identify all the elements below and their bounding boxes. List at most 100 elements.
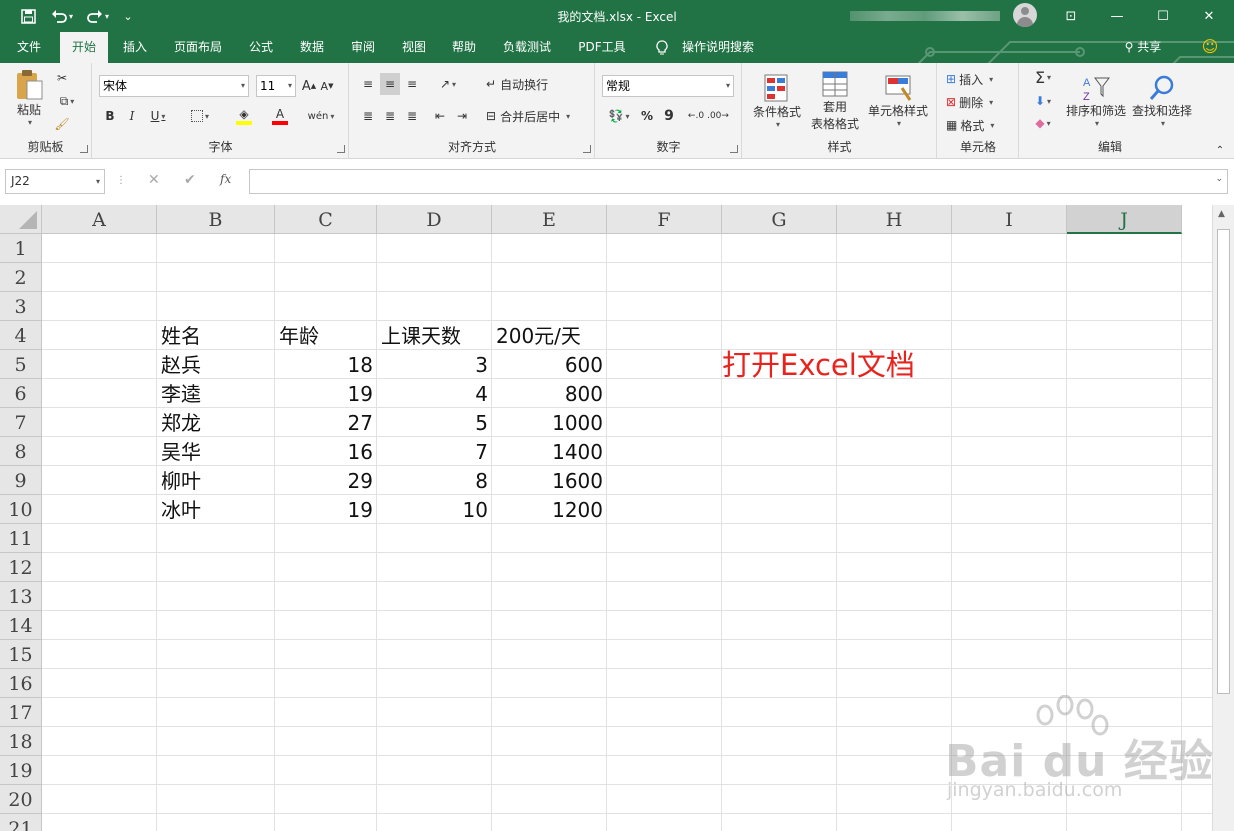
row-header-7[interactable]: 7 (0, 408, 42, 437)
accounting-format-button[interactable]: 💱 ▾ (604, 105, 634, 127)
row-header-9[interactable]: 9 (0, 466, 42, 495)
table-cell[interactable]: 1000 (492, 408, 607, 437)
row-header-11[interactable]: 11 (0, 524, 42, 553)
table-cell[interactable]: 李逵 (157, 379, 275, 408)
table-cell[interactable]: 8 (377, 466, 492, 495)
column-header-j[interactable]: J (1067, 205, 1182, 234)
font-color-button[interactable]: A (265, 105, 295, 127)
table-cell[interactable]: 5 (377, 408, 492, 437)
cut-icon[interactable]: ✂ (52, 69, 72, 87)
select-all-button[interactable] (0, 205, 42, 234)
maximize-button[interactable]: ☐ (1140, 0, 1186, 32)
row-header-4[interactable]: 4 (0, 321, 42, 350)
fill-color-button[interactable]: ◈ (229, 105, 259, 127)
column-header-f[interactable]: F (607, 205, 722, 234)
row-header-20[interactable]: 20 (0, 785, 42, 814)
column-header-i[interactable]: I (952, 205, 1067, 234)
align-top-icon[interactable]: ≡ (358, 73, 378, 95)
table-cell[interactable]: 3 (377, 350, 492, 379)
column-header-c[interactable]: C (275, 205, 377, 234)
table-header-cell[interactable]: 200元/天 (492, 321, 607, 350)
column-header-b[interactable]: B (157, 205, 275, 234)
ribbon-display-button[interactable]: ⊡ (1048, 0, 1094, 32)
avatar[interactable] (1013, 3, 1037, 27)
clear-button[interactable]: ◆ ▾ (1028, 113, 1058, 133)
paste-button[interactable]: 粘贴 ▾ (10, 69, 48, 127)
table-cell[interactable]: 19 (275, 379, 377, 408)
tab-data[interactable]: 数据 (291, 32, 333, 63)
smiley-feedback-icon[interactable]: ☺ (1198, 32, 1222, 63)
row-header-5[interactable]: 5 (0, 350, 42, 379)
italic-button[interactable]: I (123, 105, 141, 127)
table-cell[interactable]: 7 (377, 437, 492, 466)
enter-entry-icon[interactable]: ✔ (184, 172, 196, 188)
conditional-format-button[interactable]: 条件格式 ▾ (747, 69, 807, 133)
align-left-icon[interactable]: ≣ (358, 105, 378, 127)
table-cell[interactable]: 27 (275, 408, 377, 437)
table-cell[interactable]: 800 (492, 379, 607, 408)
table-cell[interactable]: 4 (377, 379, 492, 408)
fill-button[interactable]: ⬇ ▾ (1028, 91, 1058, 111)
cell-styles-button[interactable]: 单元格样式 ▾ (865, 69, 931, 133)
align-bottom-icon[interactable]: ≡ (402, 73, 422, 95)
insert-function-icon[interactable]: fx (220, 172, 231, 186)
cancel-entry-icon[interactable]: ✕ (148, 172, 160, 188)
alignment-launcher-icon[interactable] (583, 145, 591, 153)
align-right-icon[interactable]: ≣ (402, 105, 422, 127)
table-cell[interactable]: 柳叶 (157, 466, 275, 495)
share-button[interactable]: ⚲ 共享 (1117, 32, 1169, 63)
tab-view[interactable]: 视图 (393, 32, 435, 63)
row-header-18[interactable]: 18 (0, 727, 42, 756)
tab-insert[interactable]: 插入 (114, 32, 156, 63)
tab-help[interactable]: 帮助 (443, 32, 485, 63)
formula-input[interactable]: ⌄ (249, 169, 1228, 194)
column-header-g[interactable]: G (722, 205, 837, 234)
row-header-12[interactable]: 12 (0, 553, 42, 582)
row-header-15[interactable]: 15 (0, 640, 42, 669)
tab-page-layout[interactable]: 页面布局 (166, 32, 230, 63)
row-header-14[interactable]: 14 (0, 611, 42, 640)
row-header-13[interactable]: 13 (0, 582, 42, 611)
phonetic-guide-button[interactable]: wén ▾ (307, 105, 335, 127)
delete-cells-button[interactable]: ⊠ 删除 ▾ (946, 92, 1014, 112)
format-cells-button[interactable]: ▦ 格式 ▾ (946, 115, 1014, 135)
table-cell[interactable]: 600 (492, 350, 607, 379)
wrap-text-button[interactable]: ↵ 自动换行 (486, 73, 566, 95)
table-cell[interactable]: 1200 (492, 495, 607, 524)
insert-cells-button[interactable]: ⊞ 插入 ▾ (946, 69, 1014, 89)
tell-me-search[interactable]: 操作说明搜索 (676, 32, 760, 63)
table-header-cell[interactable]: 姓名 (157, 321, 275, 350)
font-name-select[interactable]: 宋体 ▾ (99, 75, 249, 97)
increase-indent-icon[interactable]: ⇥ (452, 105, 472, 127)
underline-button[interactable]: U ▾ (145, 105, 171, 127)
table-cell[interactable]: 18 (275, 350, 377, 379)
tab-review[interactable]: 审阅 (342, 32, 384, 63)
decrease-indent-icon[interactable]: ⇤ (430, 105, 450, 127)
row-header-10[interactable]: 10 (0, 495, 42, 524)
grow-font-button[interactable]: A ▲ (301, 75, 317, 97)
table-cell[interactable]: 19 (275, 495, 377, 524)
merge-center-button[interactable]: ⊟ 合并后居中 ▾ (486, 105, 582, 127)
table-cell[interactable]: 郑龙 (157, 408, 275, 437)
row-header-17[interactable]: 17 (0, 698, 42, 727)
align-center-icon[interactable]: ≣ (380, 105, 400, 127)
column-header-e[interactable]: E (492, 205, 607, 234)
format-as-table-button[interactable]: 套用 表格格式 (809, 69, 861, 133)
row-header-8[interactable]: 8 (0, 437, 42, 466)
font-size-select[interactable]: 11 ▾ (256, 75, 296, 97)
table-cell[interactable]: 吴华 (157, 437, 275, 466)
tab-file[interactable]: 文件 (8, 32, 50, 63)
align-middle-icon[interactable]: ≡ (380, 73, 400, 95)
column-header-d[interactable]: D (377, 205, 492, 234)
table-cell[interactable]: 1400 (492, 437, 607, 466)
sort-filter-button[interactable]: AZ 排序和筛选 ▾ (1064, 69, 1128, 133)
name-box[interactable]: J22 ▾ (5, 169, 105, 194)
table-cell[interactable]: 29 (275, 466, 377, 495)
table-header-cell[interactable]: 年龄 (275, 321, 377, 350)
vertical-scrollbar[interactable]: ▲ (1212, 205, 1234, 831)
table-cell[interactable]: 10 (377, 495, 492, 524)
table-header-cell[interactable]: 上课天数 (377, 321, 492, 350)
comma-style-button[interactable]: 9 (660, 105, 678, 127)
percent-button[interactable]: % (638, 105, 656, 127)
row-header-2[interactable]: 2 (0, 263, 42, 292)
